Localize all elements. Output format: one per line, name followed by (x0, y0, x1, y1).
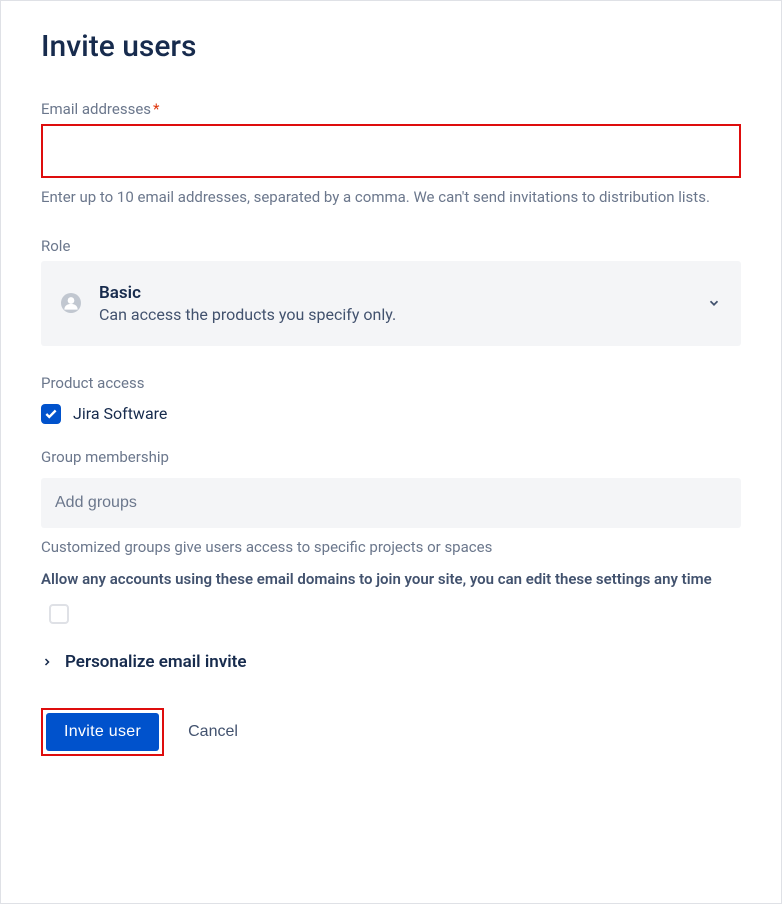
email-input[interactable] (41, 124, 741, 178)
email-label-text: Email addresses (41, 100, 151, 118)
person-icon (61, 293, 81, 313)
email-helper: Enter up to 10 email addresses, separate… (41, 186, 741, 209)
chevron-right-icon (41, 656, 53, 668)
invite-button[interactable]: Invite user (46, 713, 159, 751)
role-select[interactable]: Basic Can access the products you specif… (41, 261, 741, 346)
role-desc: Can access the products you specify only… (99, 305, 707, 324)
groups-label: Group membership (41, 448, 741, 466)
cancel-button[interactable]: Cancel (188, 723, 238, 741)
groups-input[interactable] (41, 478, 741, 528)
jira-checkbox[interactable] (41, 404, 61, 424)
invite-button-highlight: Invite user (41, 708, 164, 756)
personalize-label: Personalize email invite (65, 652, 247, 672)
email-label: Email addresses* (41, 100, 741, 118)
role-text-wrap: Basic Can access the products you specif… (99, 283, 707, 324)
domain-join-text: Allow any accounts using these email dom… (41, 568, 741, 591)
role-name: Basic (99, 283, 707, 303)
domain-join-checkbox[interactable] (49, 604, 69, 624)
product-access-label: Product access (41, 374, 741, 392)
jira-label: Jira Software (73, 404, 167, 423)
required-indicator: * (153, 100, 159, 118)
button-row: Invite user Cancel (41, 708, 741, 756)
page-title: Invite users (41, 29, 741, 64)
role-label: Role (41, 237, 741, 255)
check-icon (44, 407, 58, 421)
groups-helper: Customized groups give users access to s… (41, 538, 741, 556)
personalize-toggle[interactable]: Personalize email invite (41, 652, 741, 672)
product-access-item: Jira Software (41, 404, 741, 424)
chevron-down-icon (707, 296, 721, 310)
